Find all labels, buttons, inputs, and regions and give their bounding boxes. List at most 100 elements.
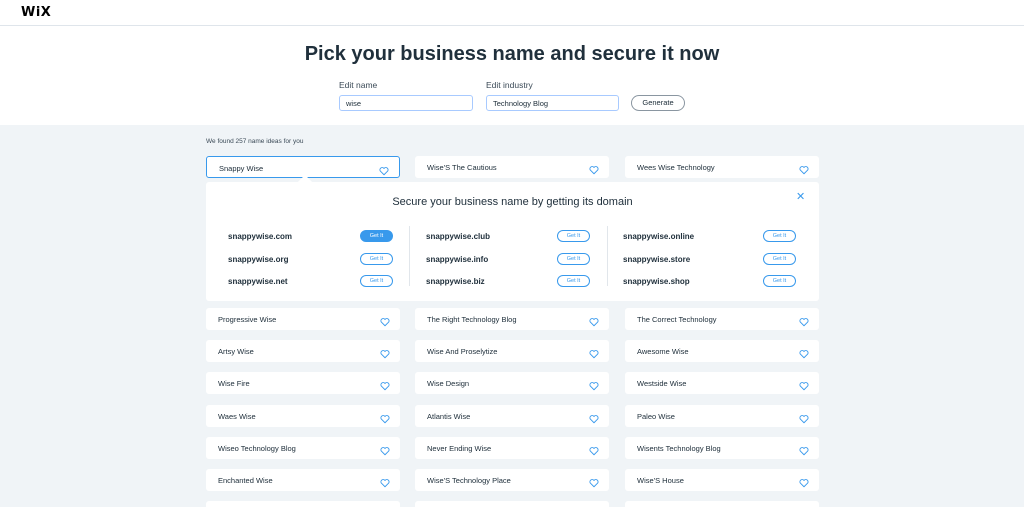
business-name: Waes Wise [218, 411, 256, 421]
name-card[interactable] [415, 501, 609, 507]
name-card[interactable]: Wise'S Technology Place [415, 469, 609, 491]
business-name: Wees Wise Technology [637, 163, 715, 172]
close-icon[interactable]: ✕ [796, 192, 805, 203]
business-name: Snappy Wise [219, 164, 264, 173]
business-name: Artsy Wise [218, 347, 254, 357]
heart-icon[interactable] [799, 475, 809, 488]
domain-panel: Secure your business name by getting its… [206, 174, 819, 301]
name-card[interactable]: Never Ending Wise [415, 436, 609, 459]
name-card[interactable]: Westside Wise [625, 372, 819, 395]
name-card[interactable] [206, 501, 400, 507]
get-it-button[interactable]: Get It [557, 253, 590, 265]
heart-icon[interactable] [589, 314, 599, 327]
heart-icon[interactable] [799, 162, 809, 175]
domain-name: snappywise.info [426, 255, 489, 264]
heart-icon[interactable] [799, 411, 809, 423]
business-name: Wise Fire [218, 379, 250, 389]
name-card[interactable]: Snappy Wise [206, 156, 400, 178]
get-it-button[interactable]: Get It [557, 275, 590, 287]
business-name: Never Ending Wise [427, 443, 492, 453]
business-name: The Right Technology Blog [427, 315, 517, 324]
name-card[interactable]: Awesome Wise [625, 340, 819, 363]
page-title: Pick your business name and secure it no… [304, 43, 720, 65]
name-card[interactable]: Wise'S House [625, 469, 819, 491]
edit-name-label: Edit name [339, 80, 378, 90]
domain-name: snappywise.com [228, 232, 293, 241]
column-divider [607, 226, 608, 286]
heart-icon[interactable] [589, 378, 599, 391]
get-it-button[interactable]: Get It [763, 230, 796, 242]
results-count: We found 257 name ideas for you [206, 138, 304, 145]
name-card[interactable]: Waes Wise [206, 404, 400, 427]
name-generator-form: Pick your business name and secure it no… [0, 27, 1024, 125]
business-name: Westside Wise [637, 379, 687, 389]
domain-name: snappywise.org [228, 255, 289, 264]
name-card[interactable]: Paleo Wise [625, 404, 819, 427]
heart-icon[interactable] [380, 411, 390, 423]
heart-icon[interactable] [589, 475, 599, 488]
domain-name: snappywise.club [426, 232, 491, 241]
heart-icon[interactable] [589, 443, 599, 456]
heart-icon[interactable] [799, 314, 809, 327]
heart-icon[interactable] [380, 346, 390, 359]
name-card[interactable]: The Right Technology Blog [415, 308, 609, 330]
domain-name: snappywise.online [623, 232, 695, 241]
heart-icon[interactable] [799, 346, 809, 359]
name-card[interactable]: Wise Fire [206, 372, 400, 395]
name-card[interactable]: Progressive Wise [206, 308, 400, 330]
domain-name: snappywise.biz [426, 277, 485, 286]
domain-name: snappywise.store [623, 255, 691, 264]
heart-icon[interactable] [799, 443, 809, 456]
name-card[interactable]: Wiseo Technology Blog [206, 436, 400, 459]
business-name: Enchanted Wise [218, 476, 273, 485]
name-card[interactable]: Atlantis Wise [415, 404, 609, 427]
name-card[interactable]: Wise And Proselytize [415, 340, 609, 363]
wix-logo[interactable]: WiX [21, 5, 51, 20]
results-area: We found 257 name ideas for you Snappy W… [0, 125, 1024, 507]
business-name: Wisents Technology Blog [637, 443, 721, 453]
heart-icon[interactable] [380, 378, 390, 391]
name-card[interactable]: Enchanted Wise [206, 469, 400, 491]
name-card[interactable]: Artsy Wise [206, 340, 400, 363]
top-bar: WiX [0, 0, 1024, 26]
heart-icon[interactable] [799, 378, 809, 391]
domain-name: snappywise.net [228, 277, 288, 286]
business-name: Wise'S The Cautious [427, 163, 497, 172]
heart-icon[interactable] [379, 163, 389, 176]
name-card[interactable]: Wise'S The Cautious [415, 156, 609, 178]
business-name: Paleo Wise [637, 411, 675, 421]
business-name: The Correct Technology [637, 315, 717, 324]
get-it-button[interactable]: Get It [360, 253, 393, 265]
get-it-button[interactable]: Get It [360, 275, 393, 287]
heart-icon[interactable] [380, 314, 390, 327]
business-name: Progressive Wise [218, 315, 277, 324]
domain-name: snappywise.shop [623, 277, 690, 286]
business-name: Atlantis Wise [427, 411, 471, 421]
get-it-button[interactable]: Get It [360, 230, 393, 242]
heart-icon[interactable] [589, 346, 599, 359]
business-name: Awesome Wise [637, 347, 689, 357]
heart-icon[interactable] [380, 443, 390, 456]
name-card[interactable] [625, 501, 819, 507]
name-card[interactable]: Wise Design [415, 372, 609, 395]
heart-icon[interactable] [589, 411, 599, 423]
edit-industry-input[interactable] [486, 95, 619, 111]
edit-industry-label: Edit industry [486, 80, 533, 90]
heart-icon[interactable] [589, 162, 599, 175]
get-it-button[interactable]: Get It [763, 275, 796, 287]
business-name: Wise'S House [637, 476, 684, 485]
business-name: Wise Design [427, 379, 470, 389]
business-name: Wiseo Technology Blog [218, 443, 296, 453]
name-card[interactable]: Wisents Technology Blog [625, 436, 819, 459]
generate-button[interactable]: Generate [631, 95, 685, 111]
get-it-button[interactable]: Get It [557, 230, 590, 242]
domain-panel-title: Secure your business name by getting its… [392, 196, 633, 208]
edit-name-input[interactable] [339, 95, 473, 111]
business-name: Wise'S Technology Place [427, 476, 511, 485]
get-it-button[interactable]: Get It [763, 253, 796, 265]
name-card[interactable]: The Correct Technology [625, 308, 819, 330]
name-card[interactable]: Wees Wise Technology [625, 156, 819, 178]
heart-icon[interactable] [380, 475, 390, 488]
column-divider [409, 226, 410, 286]
business-name: Wise And Proselytize [427, 347, 498, 357]
